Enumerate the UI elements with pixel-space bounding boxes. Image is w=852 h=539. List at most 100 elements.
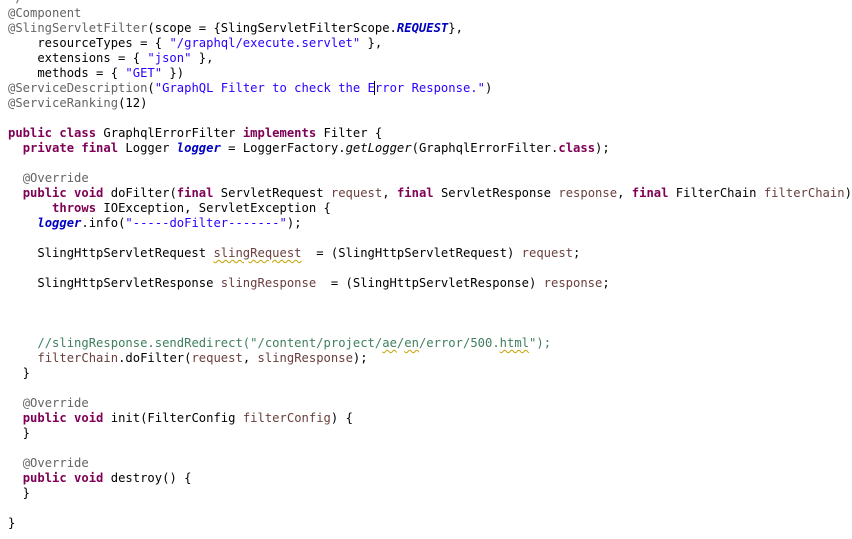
code-token: filterConfig bbox=[242, 411, 331, 425]
code-token: } bbox=[8, 426, 31, 440]
code-token: @SlingServletFilter bbox=[8, 21, 148, 35]
code-token: final bbox=[176, 186, 214, 200]
code-line[interactable]: throws IOException, ServletException { bbox=[8, 201, 331, 216]
code-token: }, bbox=[448, 21, 463, 35]
code-token: final bbox=[631, 186, 669, 200]
code-token: slingResponse bbox=[257, 351, 353, 365]
code-token: logger bbox=[37, 216, 82, 230]
code-token: .doFilter( bbox=[118, 351, 192, 365]
code-token: FilterChain bbox=[668, 186, 764, 200]
code-line[interactable]: @Override bbox=[8, 456, 89, 471]
code-token: ) bbox=[484, 81, 493, 95]
code-line[interactable]: } bbox=[8, 516, 15, 531]
code-token: public void bbox=[22, 186, 104, 200]
code-token: //slingResponse.sendRedirect("/content/p… bbox=[37, 336, 383, 350]
code-token: public class bbox=[8, 126, 97, 140]
code-line[interactable]: private final Logger logger = LoggerFact… bbox=[8, 141, 610, 156]
code-token: }) bbox=[162, 66, 185, 80]
code-token: private final bbox=[22, 141, 119, 155]
code-line[interactable]: public class GraphqlErrorFilter implemen… bbox=[8, 126, 382, 141]
code-token: REQUEST bbox=[396, 21, 449, 35]
code-token: request bbox=[191, 351, 243, 365]
code-token: (scope = {SlingServletFilterScope. bbox=[147, 21, 397, 35]
code-token: r bbox=[373, 81, 383, 95]
code-token: (12) bbox=[118, 96, 148, 110]
code-token: @ServiceDescription bbox=[8, 81, 148, 95]
code-token: } bbox=[8, 516, 16, 530]
code-token: @Component bbox=[8, 6, 82, 20]
code-token: response bbox=[543, 276, 603, 290]
code-token: } bbox=[8, 366, 31, 380]
code-token: en bbox=[404, 336, 419, 350]
code-line[interactable]: logger.info("-----doFilter-------"); bbox=[8, 216, 302, 231]
code-token: */ bbox=[8, 0, 23, 5]
code-token: , bbox=[382, 186, 397, 200]
code-token: resourceTypes = { bbox=[8, 36, 170, 50]
code-token: IOException, ServletException { bbox=[96, 201, 331, 215]
code-line[interactable]: public void doFilter(final ServletReques… bbox=[8, 186, 852, 201]
code-line[interactable]: } bbox=[8, 366, 30, 381]
code-token: ; bbox=[573, 246, 581, 260]
code-token: Logger bbox=[118, 141, 177, 155]
code-token: SlingHttpServletResponse bbox=[8, 276, 221, 290]
code-token: ); bbox=[286, 216, 302, 230]
code-token: "-----doFilter-------" bbox=[125, 216, 287, 230]
code-token: ); bbox=[595, 141, 610, 155]
code-line[interactable]: } bbox=[8, 426, 30, 441]
code-token: class bbox=[558, 141, 596, 155]
code-line[interactable]: @Override bbox=[8, 171, 89, 186]
code-token: }, bbox=[360, 36, 383, 50]
code-token: "GraphQL Filter to check the E bbox=[154, 81, 375, 95]
code-line[interactable]: @Component bbox=[8, 6, 81, 21]
code-token: = (SlingHttpServletRequest) bbox=[301, 246, 522, 260]
code-line[interactable]: resourceTypes = { "/graphql/execute.serv… bbox=[8, 36, 382, 51]
code-line[interactable]: } bbox=[8, 486, 30, 501]
code-line[interactable]: methods = { "GET" }) bbox=[8, 66, 184, 81]
code-line[interactable]: @ServiceDescription("GraphQL Filter to c… bbox=[8, 81, 492, 96]
code-token: final bbox=[396, 186, 434, 200]
code-token: ror Response." bbox=[382, 81, 485, 95]
code-token: @Override bbox=[22, 171, 89, 185]
code-token: request bbox=[330, 186, 383, 200]
code-token: = LoggerFactory. bbox=[220, 141, 346, 155]
code-token: destroy() { bbox=[103, 471, 192, 485]
code-editor[interactable]: */@Component@SlingServletFilter(scope = … bbox=[0, 0, 852, 539]
code-token: ) { bbox=[330, 411, 353, 425]
code-token: .info( bbox=[81, 216, 126, 230]
code-line[interactable]: @SlingServletFilter(scope = {SlingServle… bbox=[8, 21, 463, 36]
code-line[interactable]: filterChain.doFilter(request, slingRespo… bbox=[8, 351, 367, 366]
code-token: filterChain bbox=[763, 186, 845, 200]
code-token: @ServiceRanking bbox=[8, 96, 119, 110]
code-token: logger bbox=[176, 141, 221, 155]
code-line[interactable]: @Override bbox=[8, 396, 89, 411]
code-token: = (SlingHttpServletResponse) bbox=[316, 276, 544, 290]
code-token: ae bbox=[382, 336, 397, 350]
code-token: extensions = { bbox=[8, 51, 148, 65]
code-token: }, bbox=[191, 51, 214, 65]
code-line[interactable]: extensions = { "json" }, bbox=[8, 51, 213, 66]
code-line[interactable]: SlingHttpServletResponse slingResponse =… bbox=[8, 276, 610, 291]
code-token: /error/500. bbox=[418, 336, 500, 350]
code-token: @Override bbox=[22, 396, 89, 410]
code-token: "json" bbox=[147, 51, 192, 65]
code-token: , bbox=[617, 186, 632, 200]
code-line[interactable]: public void destroy() { bbox=[8, 471, 192, 486]
code-line[interactable]: @ServiceRanking(12) bbox=[8, 96, 147, 111]
code-line[interactable]: //slingResponse.sendRedirect("/content/p… bbox=[8, 336, 551, 351]
code-token: , bbox=[242, 351, 258, 365]
code-token: html bbox=[499, 336, 530, 350]
code-token: } bbox=[8, 486, 31, 500]
code-token: ; bbox=[602, 276, 610, 290]
code-token: "/graphql/execute.servlet" bbox=[169, 36, 361, 50]
code-line[interactable]: public void init(FilterConfig filterConf… bbox=[8, 411, 353, 426]
code-line[interactable]: SlingHttpServletRequest slingRequest = (… bbox=[8, 246, 580, 261]
code-token: methods = { bbox=[8, 66, 126, 80]
